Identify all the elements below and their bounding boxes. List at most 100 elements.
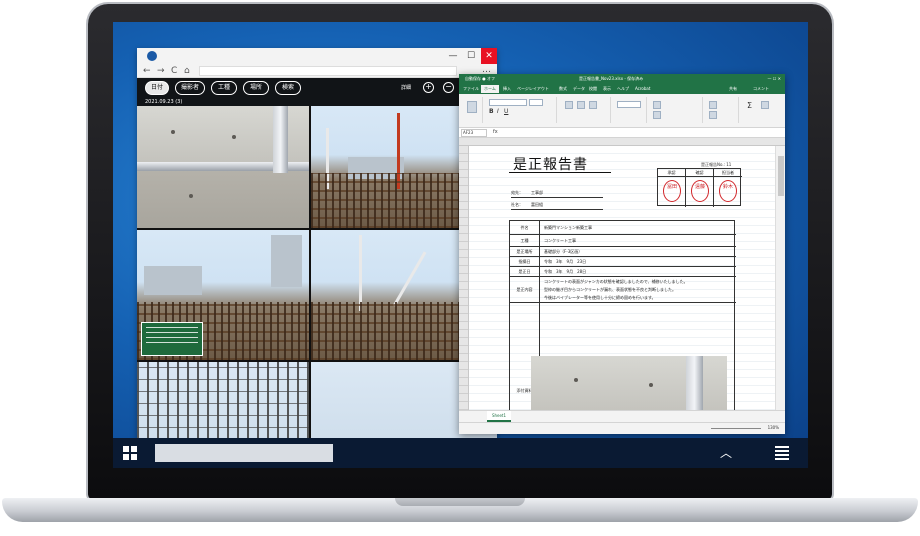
tab-page-layout[interactable]: ページレイアウト	[517, 85, 549, 93]
tab-formulas[interactable]: 数式	[559, 85, 567, 93]
font-size-select[interactable]	[529, 99, 543, 106]
row-value: コンクリート工事	[544, 238, 576, 243]
minimize-button[interactable]: —	[445, 48, 461, 64]
zoom-in-icon[interactable]: +	[423, 82, 434, 93]
tab-home[interactable]: ホーム	[481, 85, 499, 93]
photo-detail	[648, 382, 653, 387]
title-underline	[509, 172, 611, 173]
photo-pipe	[272, 106, 289, 174]
taskbar-search-box[interactable]	[155, 444, 333, 462]
address-bar[interactable]	[199, 66, 457, 76]
comment-button[interactable]: コメント	[753, 85, 769, 93]
browser-titlebar: — ☐ ✕	[137, 48, 497, 64]
filter-date-button[interactable]: 日付	[145, 81, 169, 95]
tab-help[interactable]: ヘルプ	[617, 85, 629, 93]
stamp-role: 確認	[686, 169, 713, 177]
delete-cells-icon[interactable]	[709, 111, 717, 119]
row-label: 是正場所	[510, 247, 540, 256]
desktop-screen: — ☐ ✕ ← → C ⌂ … 日付 撮影者 工種 場所 検索 詳細 + − 2…	[113, 22, 808, 468]
date-group-header: 2021.09.23 (3)	[137, 98, 497, 106]
windows-start-icon[interactable]	[123, 446, 137, 460]
maximize-button[interactable]: ☐	[463, 48, 479, 64]
styles-group	[649, 97, 703, 123]
sum-icon[interactable]: Σ	[747, 101, 752, 110]
editing-group: Σ	[741, 97, 781, 123]
zoom-out-icon[interactable]: −	[443, 82, 454, 93]
number-format-select[interactable]	[617, 101, 641, 108]
photo-thumbnail[interactable]	[137, 106, 309, 228]
zoom-slider[interactable]	[711, 428, 761, 429]
reload-icon[interactable]: C	[171, 64, 177, 78]
row-label: 件名	[510, 221, 540, 234]
photo-detail	[171, 130, 176, 135]
notification-center-icon[interactable]	[775, 446, 789, 460]
filter-location-button[interactable]: 場所	[243, 81, 269, 95]
photo-scaffold	[137, 362, 309, 440]
share-button[interactable]: 共有	[729, 85, 737, 93]
filter-photographer-button[interactable]: 撮影者	[175, 81, 205, 95]
table-row: 指摘日 令和 3年 9月 23日	[510, 257, 736, 267]
tab-file[interactable]: ファイル	[463, 85, 479, 93]
zoom-level: 130%	[767, 425, 779, 430]
addressee-label: 宛先：	[511, 190, 523, 195]
row-label: 工種	[510, 235, 540, 246]
table-format-icon[interactable]	[653, 111, 661, 119]
tab-review[interactable]: 校閲	[589, 85, 597, 93]
company-value: 富田組	[531, 202, 543, 207]
tab-data[interactable]: データ	[573, 85, 585, 93]
chevron-up-icon[interactable]: ︿	[719, 446, 733, 460]
row-value: 新築門マンション新築工事	[544, 225, 592, 230]
filter-worktype-button[interactable]: 工種	[211, 81, 237, 95]
worksheet[interactable]: 是正報告書 是正報告No.: 11 承認 冨田 確認 遠藤 担当者 鈴木 宛先：…	[469, 146, 775, 434]
photo-detail	[188, 193, 193, 198]
tab-acrobat[interactable]: Acrobat	[635, 85, 650, 93]
underline-icon[interactable]: U	[504, 108, 508, 115]
ribbon-tabs: ファイル ホーム 挿入 ページレイアウト 数式 データ 校閲 表示 ヘルプ Ac…	[459, 84, 785, 94]
tab-insert[interactable]: 挿入	[503, 85, 511, 93]
window-controls[interactable]: — ☐ ✕	[768, 74, 781, 84]
italic-icon[interactable]: I	[497, 108, 499, 115]
formula-bar: AF23 fx	[459, 128, 785, 138]
search-button[interactable]: 検索	[275, 81, 301, 95]
row-value: コンクリートの表面がジャンカの状態を確認しましたので、補修いたしました。	[544, 279, 688, 284]
photo-thumbnail[interactable]	[137, 362, 309, 440]
autosave-toggle[interactable]: 自動保存 ● オフ	[465, 74, 495, 84]
close-button[interactable]: ✕	[481, 48, 497, 64]
addressee-value: 工事部	[531, 190, 543, 195]
conditional-format-icon[interactable]	[653, 101, 661, 109]
name-box[interactable]: AF23	[461, 129, 487, 137]
taskbar: ︿	[113, 438, 808, 468]
approval-stamps: 承認 冨田 確認 遠藤 担当者 鈴木	[657, 168, 742, 207]
fx-icon[interactable]: fx	[493, 129, 498, 135]
alignment-group	[559, 97, 611, 123]
paste-icon[interactable]	[467, 101, 477, 113]
back-icon[interactable]: ←	[143, 64, 151, 78]
insert-cells-icon[interactable]	[709, 101, 717, 109]
row-label: 指摘日	[510, 257, 540, 266]
sheet-tab-sheet1[interactable]: Sheet1	[487, 411, 511, 422]
detail-label[interactable]: 詳細	[401, 78, 411, 98]
company-underline	[511, 209, 603, 210]
company-label: 社名：	[511, 202, 523, 207]
seal-icon: 鈴木	[719, 180, 737, 202]
stamp-approve: 承認 冨田	[658, 169, 686, 207]
excel-window: 自動保存 ● オフ 是正報告書_Nov23.xlsx - 保存済み — ☐ ✕ …	[459, 74, 785, 434]
vertical-scrollbar[interactable]	[775, 146, 785, 410]
photo-thumbnail[interactable]	[137, 230, 309, 360]
font-name-select[interactable]	[489, 99, 527, 106]
forward-icon[interactable]: →	[157, 64, 165, 78]
sort-filter-icon[interactable]	[761, 101, 769, 109]
addressee-underline	[511, 197, 603, 198]
laptop-notch	[395, 498, 525, 506]
row-label: 是正内容	[510, 277, 540, 302]
align-icon[interactable]	[565, 101, 573, 109]
scroll-thumb[interactable]	[778, 156, 784, 196]
stamp-confirm: 確認 遠藤	[686, 169, 714, 207]
align-icon[interactable]	[577, 101, 585, 109]
home-icon[interactable]: ⌂	[184, 64, 190, 78]
photo-crane	[359, 235, 363, 311]
number-group	[613, 97, 647, 123]
wrap-icon[interactable]	[589, 101, 597, 109]
bold-icon[interactable]: B	[489, 108, 494, 115]
tab-view[interactable]: 表示	[603, 85, 611, 93]
